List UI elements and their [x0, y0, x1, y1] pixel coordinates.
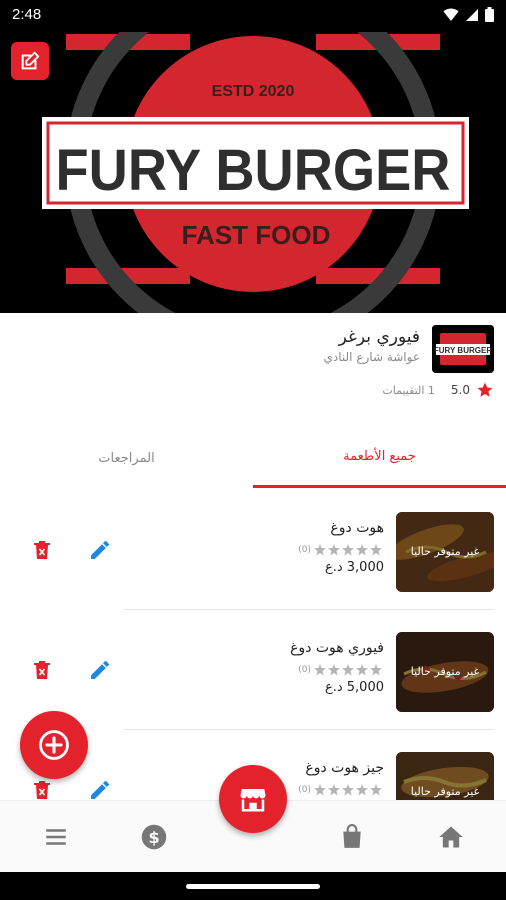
- delete-button[interactable]: [30, 658, 54, 682]
- unavailable-label: غير متوفر حاليا: [410, 665, 480, 678]
- unavailable-label: غير متوفر حاليا: [410, 785, 480, 798]
- status-icons: [443, 7, 494, 22]
- delete-button[interactable]: [30, 778, 54, 800]
- nav-home[interactable]: [437, 823, 465, 851]
- restaurant-info: FURY BURGER فيوري برغر عواشة شارع النادي…: [0, 313, 506, 428]
- edit-banner-button[interactable]: [11, 42, 49, 80]
- trash-icon: [34, 541, 50, 559]
- food-rating-stars: (0): [298, 664, 384, 676]
- edit-button[interactable]: [88, 778, 112, 800]
- rating-value: 5.0: [450, 383, 470, 397]
- edit-button[interactable]: [88, 538, 112, 562]
- pencil-icon: [91, 661, 109, 679]
- banner-sub-text: FAST FOOD: [182, 220, 331, 250]
- nav-store-button[interactable]: [219, 765, 287, 833]
- brand-logo-image: ESTD 2020 FURY BURGER FAST FOOD: [0, 0, 506, 313]
- food-image: غير متوفر حاليا: [396, 752, 494, 800]
- home-gesture-bar[interactable]: [186, 884, 320, 889]
- food-price: 5,000 د.ع: [324, 680, 384, 695]
- nav-payments[interactable]: $: [140, 823, 168, 851]
- food-review-count: (0): [298, 665, 311, 675]
- list-item[interactable]: غير متوفر حاليا هوت دوغ (0) 3,000 د.ع: [0, 490, 506, 610]
- edit-button[interactable]: [88, 658, 112, 682]
- delete-button[interactable]: [30, 538, 54, 562]
- menu-icon: [46, 829, 66, 845]
- nav-orders[interactable]: [338, 823, 366, 851]
- status-time: 2:48: [12, 6, 42, 23]
- trash-icon: [34, 781, 50, 799]
- food-review-count: (0): [298, 545, 311, 555]
- stars-icon: [314, 544, 382, 556]
- food-name: فيوري هوت دوغ: [290, 640, 384, 656]
- restaurant-address: عواشة شارع النادي: [323, 350, 420, 364]
- restaurant-banner: ESTD 2020 FURY BURGER FAST FOOD: [0, 0, 506, 313]
- stars-icon: [314, 784, 382, 796]
- food-rating-stars: (0): [298, 784, 384, 796]
- food-name: هوت دوغ: [330, 520, 384, 536]
- pencil-icon: [91, 781, 109, 799]
- star-icon: [477, 382, 493, 397]
- food-rating-stars: (0): [298, 544, 384, 556]
- trash-icon: [34, 661, 50, 679]
- banner-brand-text: FURY BURGER: [56, 138, 451, 203]
- food-image: غير متوفر حاليا: [396, 632, 494, 712]
- svg-text:$: $: [148, 828, 159, 847]
- tab-all-foods[interactable]: جميع الأطعمة: [253, 428, 506, 488]
- food-review-count: (0): [298, 785, 311, 795]
- food-price: 3,000 د.ع: [324, 560, 384, 575]
- edit-square-icon: [21, 51, 40, 70]
- unavailable-label: غير متوفر حاليا: [410, 545, 480, 558]
- battery-icon: [485, 7, 494, 22]
- ratings-count: 1 التقييمات: [382, 383, 435, 397]
- pencil-icon: [91, 541, 109, 559]
- food-image: غير متوفر حاليا: [396, 512, 494, 592]
- dollar-icon: $: [141, 824, 167, 850]
- add-circle-icon: [39, 730, 69, 760]
- restaurant-name: فيوري برغر: [338, 327, 420, 347]
- restaurant-logo: FURY BURGER: [432, 325, 494, 373]
- system-gesture-area: [0, 872, 506, 900]
- rating-row: 1 التقييمات 5.0: [382, 381, 494, 399]
- signal-icon: [466, 8, 478, 21]
- restaurant-logo-image: FURY BURGER: [432, 325, 494, 373]
- shopping-bag-icon: [343, 824, 361, 848]
- add-food-button[interactable]: [20, 711, 88, 779]
- nav-menu[interactable]: [42, 823, 70, 851]
- stars-icon: [314, 664, 382, 676]
- store-icon: [240, 789, 266, 812]
- logo-thumb-text: FURY BURGER: [434, 346, 492, 355]
- status-bar: 2:48: [0, 0, 506, 32]
- home-icon: [439, 826, 463, 848]
- banner-estd-text: ESTD 2020: [212, 83, 295, 100]
- content-tabs: المراجعات جميع الأطعمة: [0, 428, 506, 488]
- tab-reviews[interactable]: المراجعات: [0, 428, 253, 488]
- food-name: جيز هوت دوغ: [305, 760, 384, 776]
- wifi-icon: [443, 8, 459, 21]
- list-item[interactable]: غير متوفر حاليا فيوري هوت دوغ (0) 5,000 …: [0, 610, 506, 730]
